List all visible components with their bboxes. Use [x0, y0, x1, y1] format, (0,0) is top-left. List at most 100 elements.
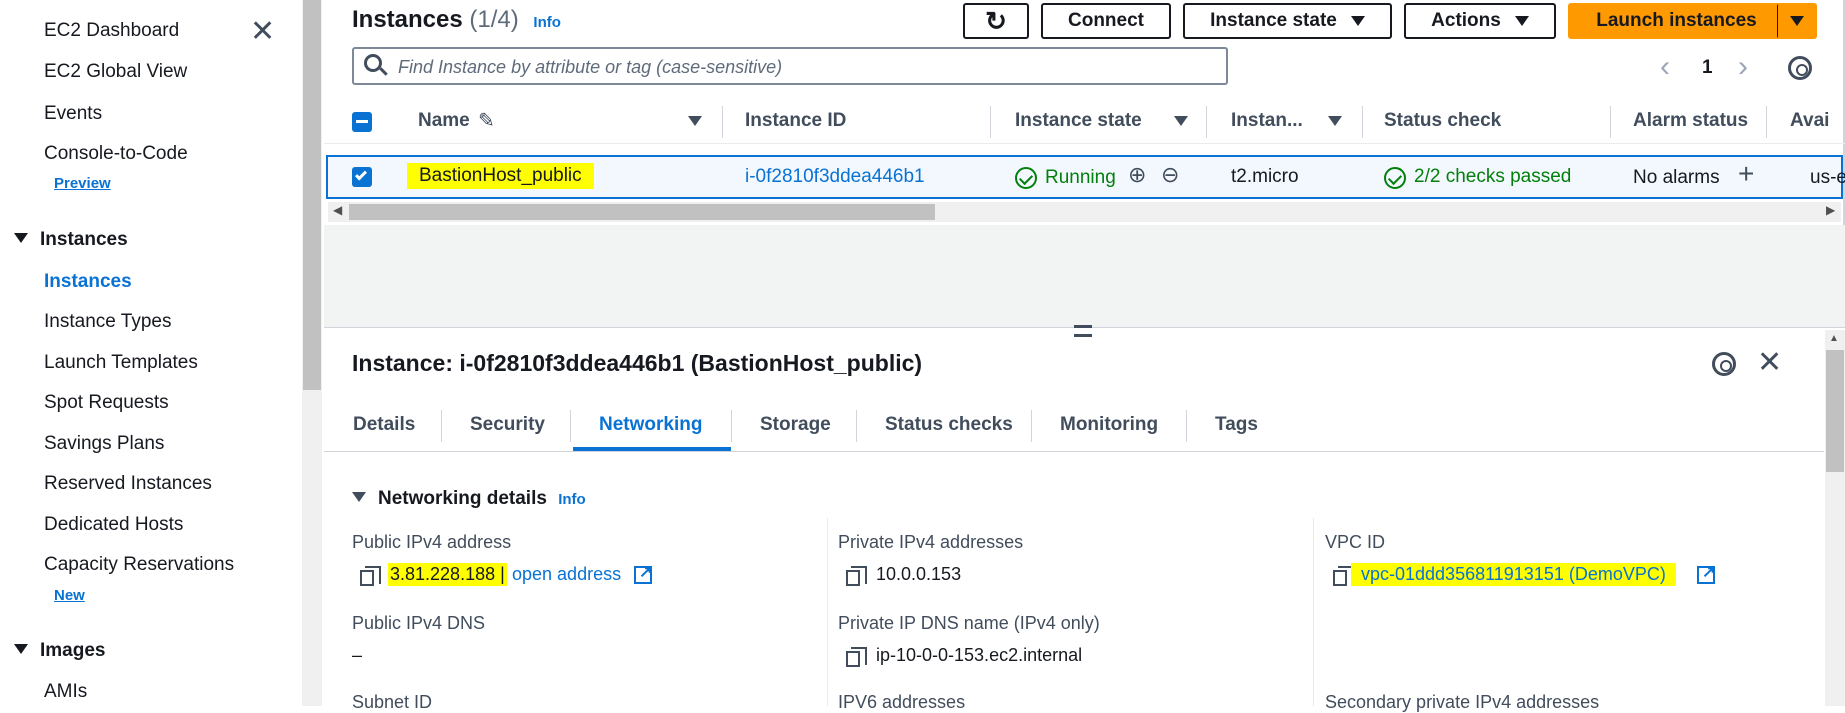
col-instance-state[interactable]: Instance state: [1015, 110, 1142, 132]
select-all-checkbox[interactable]: [352, 112, 372, 132]
column-divider: [1313, 518, 1314, 706]
next-page-icon[interactable]: ›: [1738, 50, 1748, 84]
row-instance-id[interactable]: i-0f2810f3ddea446b1: [745, 166, 925, 188]
nav-instance-types[interactable]: Instance Types: [44, 311, 171, 333]
col-name[interactable]: Name: [418, 110, 470, 132]
settings-gear-icon[interactable]: [1788, 56, 1812, 80]
section-images[interactable]: Images: [14, 640, 105, 662]
external-link-icon[interactable]: [634, 562, 652, 584]
tab-status-checks[interactable]: Status checks: [885, 414, 1013, 436]
sort-caret-icon[interactable]: [688, 116, 702, 126]
add-alarm-icon[interactable]: +: [1738, 158, 1754, 190]
launch-dropdown-button[interactable]: [1777, 3, 1817, 39]
tab-monitoring[interactable]: Monitoring: [1060, 414, 1158, 436]
zoom-out-icon[interactable]: ⊖: [1161, 162, 1179, 188]
row-checkbox[interactable]: [352, 167, 372, 187]
networking-details-header[interactable]: Networking details Info: [352, 488, 586, 510]
refresh-button[interactable]: ↻: [963, 3, 1029, 39]
detail-v-scrollbar-thumb[interactable]: [1826, 350, 1844, 472]
copy-icon[interactable]: [846, 647, 867, 667]
external-link-icon[interactable]: [1697, 562, 1715, 584]
chevron-down-icon: [1514, 16, 1529, 26]
private-ipv4-label: Private IPv4 addresses: [838, 532, 1024, 552]
nav-console-to-code[interactable]: Console-to-Code: [44, 143, 188, 165]
nav-savings-plans[interactable]: Savings Plans: [44, 433, 164, 455]
detail-title: Instance: i-0f2810f3ddea446b1 (BastionHo…: [352, 350, 923, 376]
row-type: t2.micro: [1231, 166, 1299, 187]
zoom-in-icon[interactable]: ⊕: [1128, 162, 1146, 188]
public-dns-label: Public IPv4 DNS: [352, 613, 486, 633]
public-dns-value: –: [352, 645, 363, 665]
open-address-link[interactable]: open address: [512, 564, 621, 585]
col-availability-zone[interactable]: Avai: [1790, 110, 1829, 132]
private-dns-value: ip-10-0-0-153.ec2.internal: [876, 645, 1083, 665]
nav-spot-requests[interactable]: Spot Requests: [44, 392, 169, 414]
nav-ec2-dashboard[interactable]: EC2 Dashboard: [44, 20, 179, 42]
connect-button[interactable]: Connect: [1041, 3, 1171, 39]
nav-instances-active[interactable]: Instances: [44, 271, 132, 293]
copy-icon[interactable]: [846, 566, 867, 586]
row-az: us-e: [1810, 167, 1845, 188]
secondary-ipv4-label: Secondary private IPv4 addresses: [1325, 692, 1600, 712]
nav-launch-templates[interactable]: Launch Templates: [44, 352, 198, 374]
prev-page-icon[interactable]: ‹: [1660, 50, 1670, 84]
table-h-scrollbar-thumb[interactable]: [349, 204, 935, 220]
col-alarm-status[interactable]: Alarm status: [1633, 110, 1748, 132]
info-link[interactable]: Info: [558, 491, 586, 508]
vpc-id-link[interactable]: vpc-01ddd356811913151 (DemoVPC): [1351, 563, 1676, 586]
copy-icon[interactable]: [1333, 566, 1354, 586]
section-instances[interactable]: Instances: [14, 229, 128, 251]
nav-capacity-reservations[interactable]: Capacity Reservations: [44, 554, 234, 576]
split-panel: [324, 327, 1845, 706]
tab-tags[interactable]: Tags: [1215, 414, 1258, 436]
chevron-down-icon: [1789, 16, 1804, 26]
preview-badge: Preview: [54, 175, 111, 192]
ipv6-label: IPV6 addresses: [838, 692, 966, 712]
scroll-left-icon[interactable]: ◀: [333, 203, 342, 217]
nav-ec2-global-view[interactable]: EC2 Global View: [44, 61, 187, 83]
private-dns-label: Private IP DNS name (IPv4 only): [838, 613, 1100, 633]
sidebar-scrollbar-thumb[interactable]: [303, 0, 321, 390]
row-alarm: No alarms: [1633, 167, 1720, 188]
nav-amis[interactable]: AMIs: [44, 681, 87, 703]
sort-caret-icon[interactable]: [1174, 116, 1188, 126]
sort-caret-icon[interactable]: [1328, 116, 1342, 126]
tab-storage[interactable]: Storage: [760, 414, 831, 436]
tab-networking[interactable]: Networking: [599, 414, 702, 436]
instance-state-button[interactable]: Instance state: [1183, 3, 1392, 39]
detail-settings-gear-icon[interactable]: [1712, 352, 1736, 376]
private-ipv4-value: 10.0.0.153: [876, 564, 962, 584]
tab-security[interactable]: Security: [470, 414, 545, 436]
close-icon[interactable]: ✕: [250, 14, 275, 49]
row-state: Running: [1045, 167, 1116, 188]
page-number[interactable]: 1: [1702, 57, 1713, 79]
search-placeholder: Find Instance by attribute or tag (case-…: [398, 57, 783, 77]
nav-dedicated-hosts[interactable]: Dedicated Hosts: [44, 514, 183, 536]
scroll-up-icon[interactable]: ▲: [1829, 333, 1839, 344]
nav-events[interactable]: Events: [44, 103, 102, 125]
chevron-down-icon: [1350, 16, 1365, 26]
nav-reserved-instances[interactable]: Reserved Instances: [44, 473, 212, 495]
copy-icon[interactable]: [360, 566, 381, 586]
scroll-right-icon[interactable]: ▶: [1826, 203, 1835, 217]
caret-down-icon: [352, 492, 366, 502]
sidebar: EC2 Dashboard ✕ EC2 Global View Events C…: [0, 0, 300, 706]
col-instance-id[interactable]: Instance ID: [745, 110, 846, 132]
search-icon-handle: [379, 67, 388, 76]
caret-down-icon: [14, 644, 28, 654]
col-instance-type[interactable]: Instan...: [1231, 110, 1303, 132]
tabs-divider: [324, 451, 1824, 452]
edit-pencil-icon: ✎: [478, 110, 495, 132]
launch-instances-button[interactable]: Launch instances: [1568, 3, 1785, 39]
col-status-check[interactable]: Status check: [1384, 110, 1501, 132]
row-status[interactable]: 2/2 checks passed: [1414, 166, 1571, 188]
success-check-icon: [1015, 167, 1037, 189]
public-ipv4-value: 3.81.228.188 |: [388, 563, 507, 586]
subnet-id-label: Subnet ID: [352, 692, 433, 712]
tab-details[interactable]: Details: [353, 414, 415, 436]
search-input[interactable]: Find Instance by attribute or tag (case-…: [352, 47, 1228, 85]
detail-close-icon[interactable]: ✕: [1757, 345, 1782, 380]
actions-button[interactable]: Actions: [1404, 3, 1556, 39]
resize-handle-icon[interactable]: [1074, 325, 1092, 337]
info-link[interactable]: Info: [533, 14, 561, 31]
